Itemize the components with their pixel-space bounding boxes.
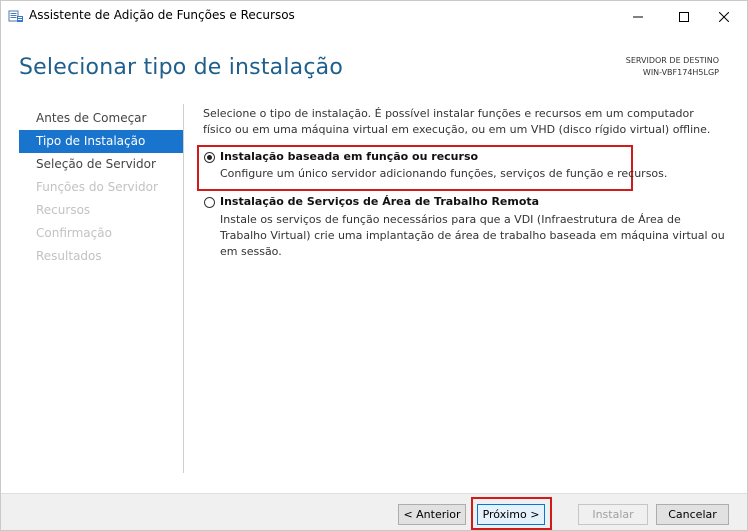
nav-step-antes-de-comecar[interactable]: Antes de Começar bbox=[19, 107, 183, 130]
previous-button[interactable]: < Anterior bbox=[398, 504, 466, 525]
close-icon bbox=[718, 7, 730, 26]
nav-step-resultados: Resultados bbox=[36, 249, 102, 263]
option-title-role-based[interactable]: Instalação baseada em função ou recurso bbox=[220, 150, 478, 163]
nav-step-tipo-de-instalacao[interactable]: Tipo de Instalação bbox=[19, 130, 183, 153]
install-button: Instalar bbox=[578, 504, 648, 525]
window-title: Assistente de Adição de Funções e Recurs… bbox=[29, 8, 295, 22]
close-button[interactable] bbox=[701, 1, 747, 31]
minimize-icon bbox=[633, 7, 643, 26]
nav-divider bbox=[183, 104, 184, 473]
title-bar: Assistente de Adição de Funções e Recurs… bbox=[1, 1, 747, 31]
nav-step-recursos: Recursos bbox=[36, 203, 91, 217]
page-title: Selecionar tipo de instalação bbox=[19, 55, 343, 80]
nav-step-funcoes-do-servidor: Funções do Servidor bbox=[36, 180, 158, 194]
wizard-step-nav: Antes de Começar Tipo de Instalação Sele… bbox=[19, 107, 183, 268]
option-description-remote-desktop: Instale os serviços de função necessário… bbox=[220, 213, 725, 258]
radio-remote-desktop-installation[interactable] bbox=[204, 197, 215, 208]
option-title-remote-desktop[interactable]: Instalação de Serviços de Área de Trabal… bbox=[220, 195, 539, 208]
cancel-button[interactable]: Cancelar bbox=[656, 504, 729, 525]
nav-step-confirmacao: Confirmação bbox=[36, 226, 112, 240]
option-description-role-based: Configure um único servidor adicionando … bbox=[220, 167, 668, 180]
maximize-icon bbox=[679, 7, 689, 26]
next-button[interactable]: Próximo > bbox=[477, 504, 545, 525]
minimize-button[interactable] bbox=[615, 1, 661, 31]
destination-server-label: SERVIDOR DE DESTINO bbox=[625, 56, 719, 65]
intro-text: Selecione o tipo de instalação. É possív… bbox=[203, 107, 711, 136]
wizard-window: Assistente de Adição de Funções e Recurs… bbox=[0, 0, 748, 531]
radio-role-based-installation[interactable] bbox=[204, 152, 215, 163]
server-manager-icon bbox=[8, 8, 24, 24]
nav-step-selecao-de-servidor[interactable]: Seleção de Servidor bbox=[19, 153, 183, 176]
destination-server-name: WIN-VBF174H5LGP bbox=[642, 68, 719, 77]
